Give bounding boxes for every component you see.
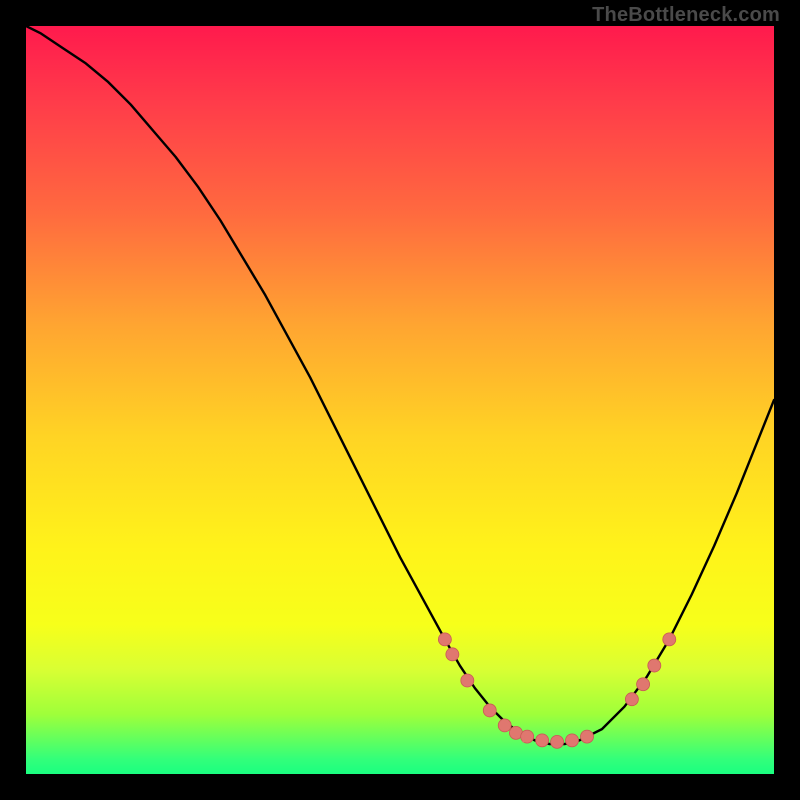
curve-marker	[498, 719, 511, 732]
curve-marker	[461, 674, 474, 687]
curve-marker	[663, 633, 676, 646]
curve-markers	[438, 633, 675, 748]
bottleneck-curve-svg	[26, 26, 774, 774]
curve-marker	[625, 693, 638, 706]
curve-marker	[536, 734, 549, 747]
curve-marker	[446, 648, 459, 661]
curve-marker	[648, 659, 661, 672]
curve-marker	[551, 735, 564, 748]
chart-frame: TheBottleneck.com	[0, 0, 800, 800]
curve-marker	[566, 734, 579, 747]
curve-marker	[438, 633, 451, 646]
plot-area	[26, 26, 774, 774]
curve-marker	[581, 730, 594, 743]
watermark-text: TheBottleneck.com	[592, 4, 780, 27]
curve-marker	[483, 704, 496, 717]
bottleneck-curve-path	[26, 26, 774, 744]
curve-marker	[637, 678, 650, 691]
